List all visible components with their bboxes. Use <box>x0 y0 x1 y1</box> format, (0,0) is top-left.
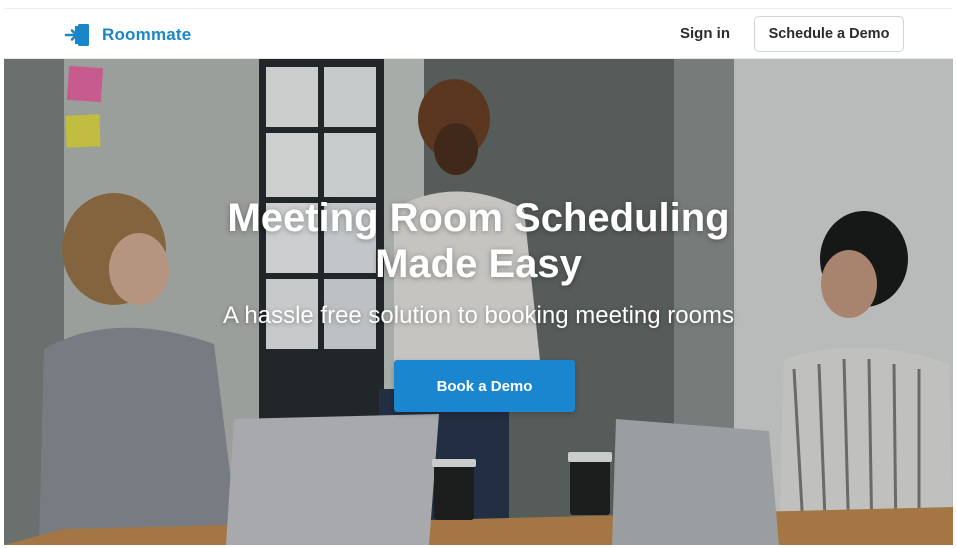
door-enter-icon <box>64 24 89 46</box>
hero-section: Meeting Room Scheduling Made Easy A hass… <box>4 59 953 545</box>
brand-name: Roommate <box>102 25 192 44</box>
hero-title-line2: Made Easy <box>375 242 582 286</box>
sign-in-link[interactable]: Sign in <box>680 25 730 42</box>
hero-subtitle: A hassle free solution to booking meetin… <box>223 302 734 329</box>
brand-logo[interactable]: Roommate <box>64 21 191 49</box>
schedule-demo-button[interactable]: Schedule a Demo <box>754 16 904 52</box>
hero-title: Meeting Room Scheduling Made Easy <box>4 195 953 287</box>
book-demo-button[interactable]: Book a Demo <box>394 360 575 412</box>
top-navbar: Roommate Sign in Schedule a Demo <box>4 8 953 59</box>
hero-title-line1: Meeting Room Scheduling <box>227 196 730 240</box>
page-frame: Roommate Sign in Schedule a Demo Meeting… <box>4 8 953 545</box>
